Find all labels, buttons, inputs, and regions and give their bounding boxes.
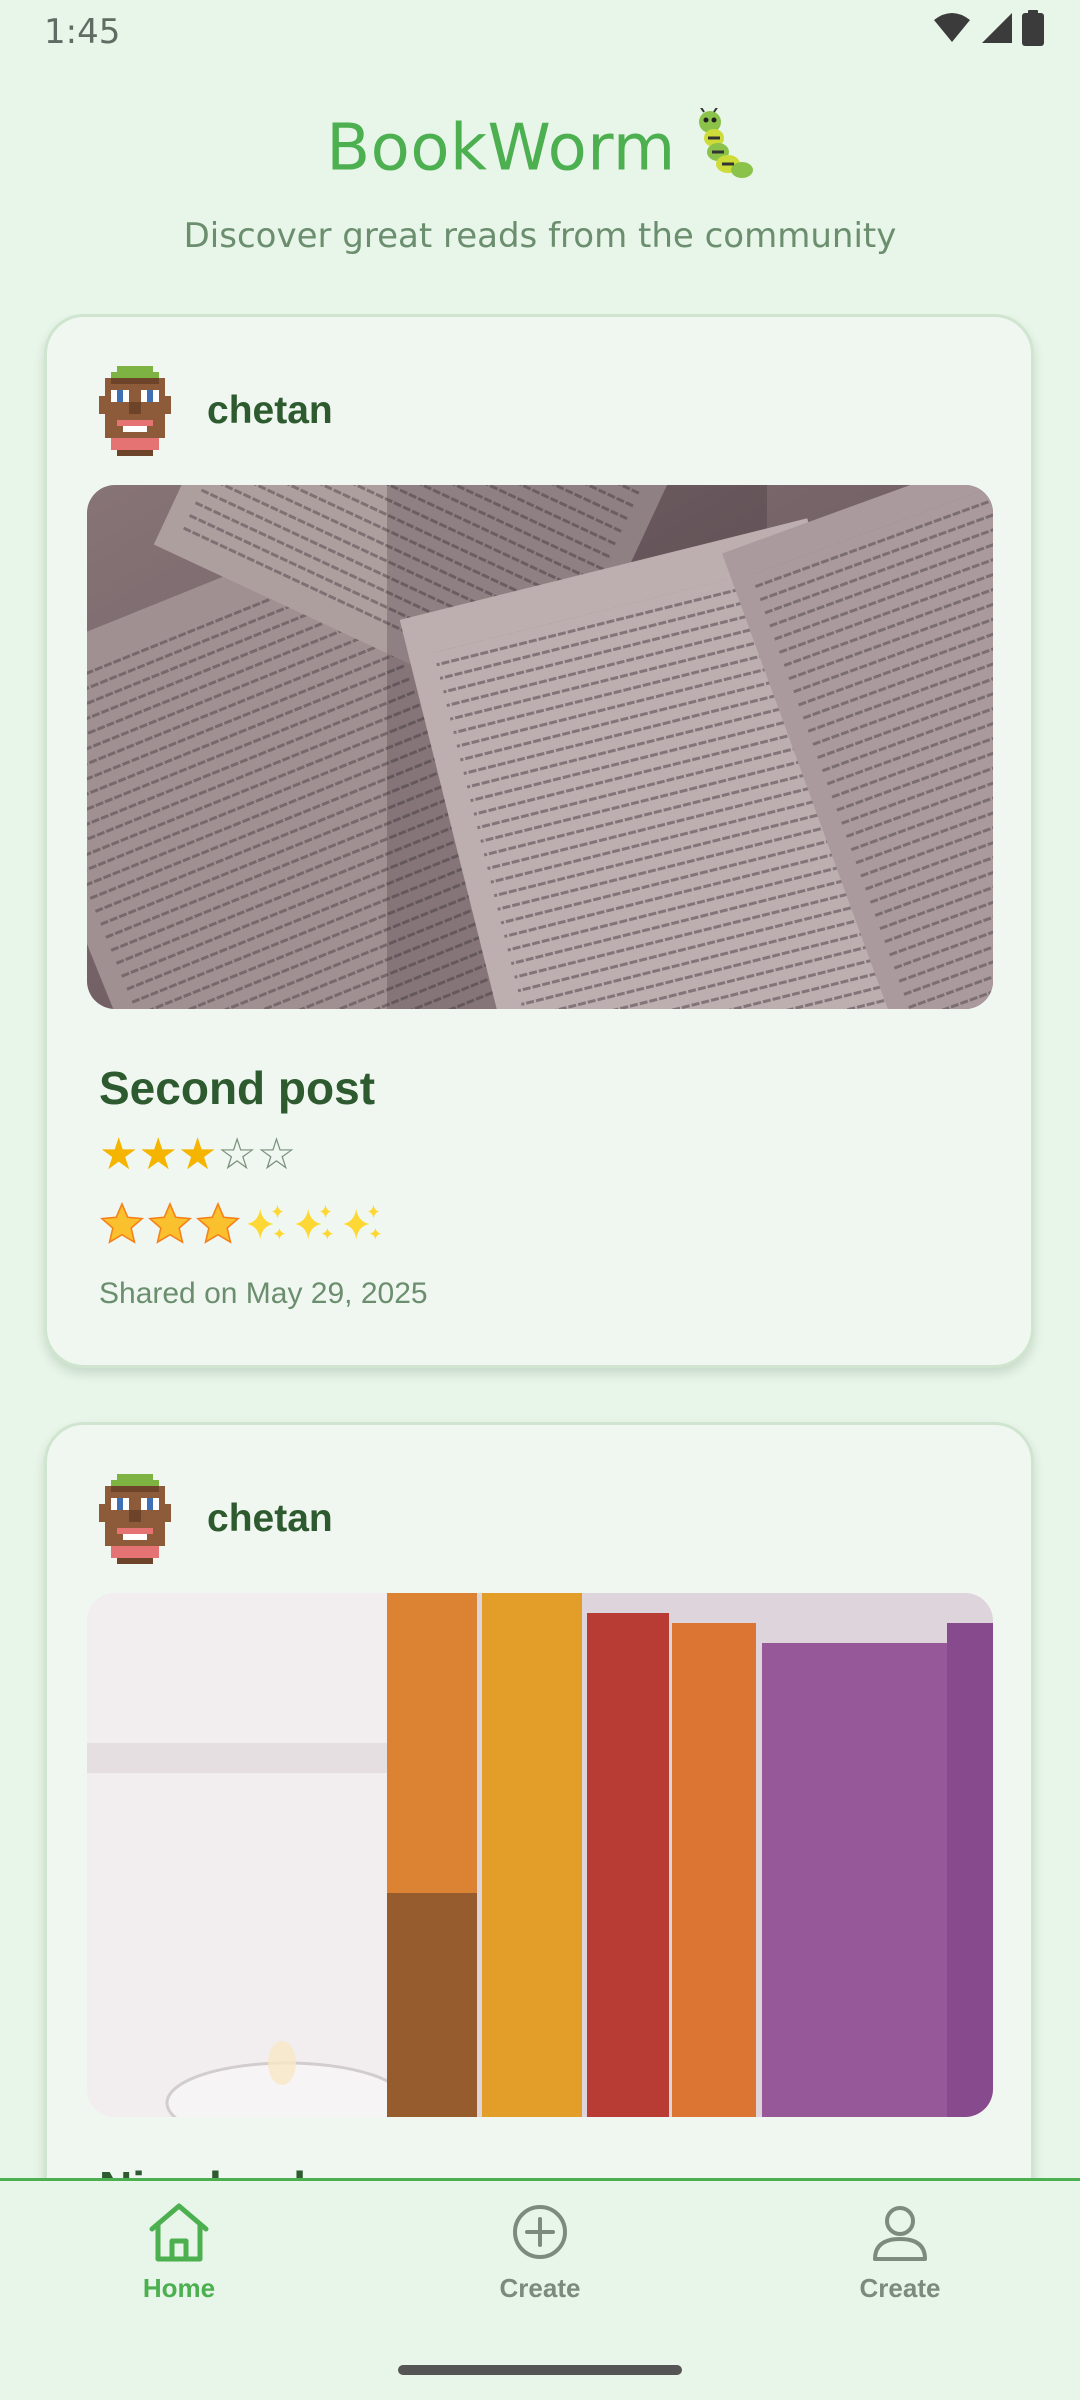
nav-profile-label[interactable]: Create: [800, 2273, 1000, 2304]
feed[interactable]: chetan Second post ★★★☆☆ Shared on May 2…: [0, 314, 1080, 2180]
status-time: 1:45: [44, 12, 121, 52]
sparkles-icon: [246, 1204, 286, 1240]
sparkles-icon: [294, 1204, 334, 1240]
signal-icon: [982, 13, 1012, 43]
emoji-rating: [99, 1201, 385, 1247]
app-subtitle: Discover great reads from the community: [183, 216, 897, 256]
app-title: BookWorm: [0, 105, 1080, 196]
status-bar: 1:45: [0, 0, 1080, 64]
nav-home-label[interactable]: Home: [79, 2273, 279, 2304]
post-image[interactable]: [87, 485, 993, 1009]
post-title: Second post: [99, 1062, 376, 1114]
post-author[interactable]: chetan: [99, 1473, 333, 1565]
battery-icon: [1022, 10, 1044, 46]
star-rating: ★★★☆☆: [99, 1129, 296, 1180]
person-icon[interactable]: [869, 2201, 931, 2263]
post-date: Shared on May 29, 2025: [99, 1277, 428, 1310]
avatar[interactable]: [99, 365, 171, 457]
username[interactable]: chetan: [207, 389, 333, 433]
wifi-icon: [934, 13, 970, 42]
sparkles-icon: [342, 1204, 382, 1240]
nav-home[interactable]: Home: [79, 2201, 279, 2304]
app-title-text: BookWorm: [326, 111, 676, 186]
post-card[interactable]: chetan Nice book: [44, 1422, 1034, 2180]
avatar[interactable]: [99, 1473, 171, 1565]
post-card[interactable]: chetan Second post ★★★☆☆ Shared on May 2…: [44, 314, 1034, 1368]
username[interactable]: chetan: [207, 1497, 333, 1541]
nav-create[interactable]: Create: [440, 2201, 640, 2304]
add-circle-icon[interactable]: [509, 2201, 571, 2263]
home-icon[interactable]: [146, 2201, 212, 2263]
home-indicator[interactable]: [398, 2365, 682, 2375]
status-icons: [932, 10, 1044, 46]
star-emoji-icon: [196, 1201, 240, 1244]
post-image[interactable]: [87, 1593, 993, 2117]
star-emoji-icon: [148, 1201, 192, 1244]
nav-create-label[interactable]: Create: [440, 2273, 640, 2304]
star-emoji-icon: [100, 1201, 144, 1244]
star-icon: ★★★: [99, 1129, 218, 1180]
nav-profile[interactable]: Create: [800, 2201, 1000, 2304]
post-author[interactable]: chetan: [99, 365, 333, 457]
star-outline-icon: ☆☆: [217, 1129, 297, 1180]
caterpillar-icon: [690, 105, 754, 196]
